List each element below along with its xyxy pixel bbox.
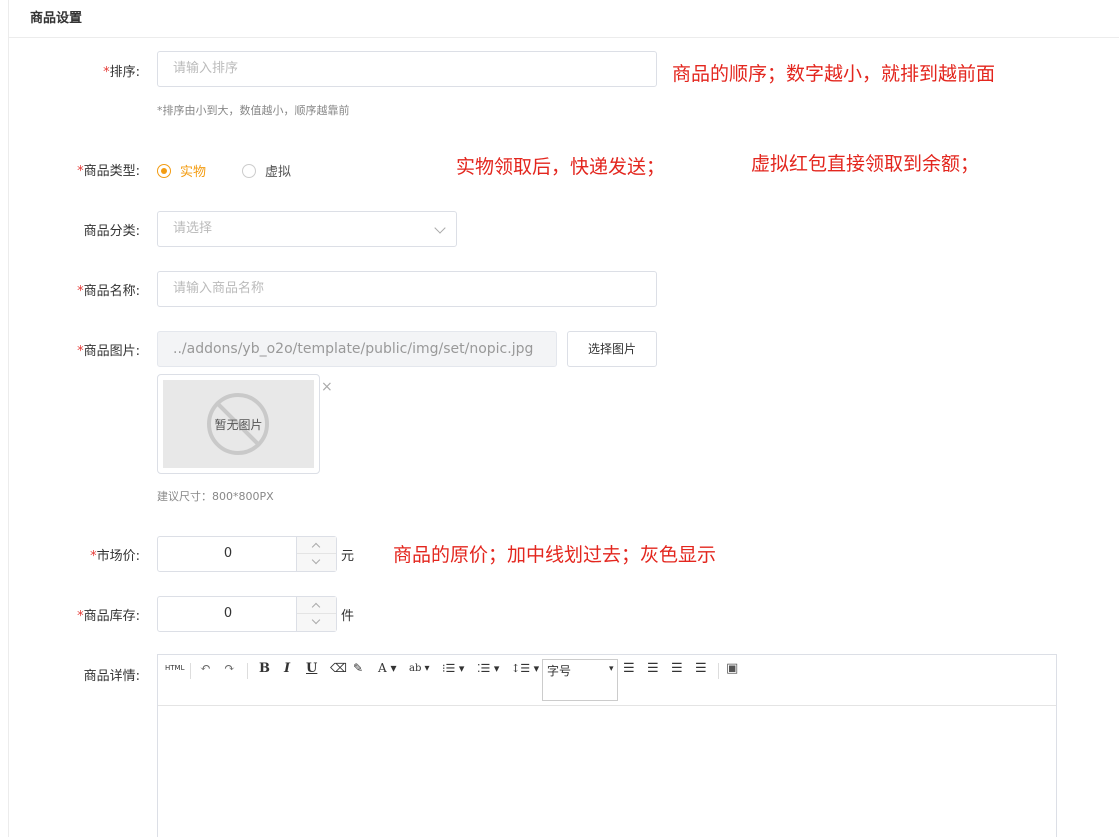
image-help: 建议尺寸：800*800PX: [157, 490, 274, 503]
name-label: *商品名称:: [77, 284, 140, 299]
increment-button[interactable]: [297, 537, 336, 554]
no-image-text: 暂无图片: [214, 418, 263, 432]
decrement-button[interactable]: [297, 614, 336, 631]
choose-image-button[interactable]: 选择图片: [567, 331, 657, 367]
chevron-up-icon: [311, 542, 321, 552]
insert-image-icon[interactable]: ▣: [726, 661, 738, 676]
sort-help: *排序由小到大，数值越小，顺序越靠前: [157, 104, 350, 117]
type-radio-physical[interactable]: 实物: [157, 161, 206, 180]
stepper-controls: [296, 537, 336, 571]
eraser-icon[interactable]: ⌫: [330, 661, 347, 675]
increment-button[interactable]: [297, 597, 336, 614]
stepper-controls: [296, 597, 336, 631]
highlight-button[interactable]: ab ▾: [409, 663, 430, 674]
type-label: *商品类型:: [77, 164, 140, 179]
redo-icon[interactable]: ↷: [224, 661, 235, 676]
type-annotation-physical: 实物领取后，快递发送；: [456, 156, 666, 178]
html-source-button[interactable]: HTML: [165, 664, 184, 672]
image-preview: 暂无图片: [157, 374, 320, 474]
type-radio-virtual[interactable]: 虚拟: [242, 161, 291, 180]
stock-value[interactable]: 0: [158, 597, 298, 631]
image-label: *商品图片:: [77, 344, 140, 359]
chevron-down-icon: [311, 615, 321, 625]
chevron-down-icon: [311, 555, 321, 565]
panel-title: 商品设置: [30, 11, 83, 26]
ordered-list-button[interactable]: ⁝☰ ▾: [442, 662, 464, 675]
align-justify-icon[interactable]: ☰: [695, 661, 707, 676]
editor-toolbar: HTML ↶ ↷ B I U ⌫ ✎ A ▾ ab ▾ ⁝☰ ▾ ⁚☰ ▾ ↕☰…: [158, 655, 1056, 706]
close-icon[interactable]: ×: [321, 379, 333, 395]
name-input[interactable]: 请输入商品名称: [157, 271, 657, 307]
font-size-dropdown-icon[interactable]: ▾: [609, 664, 614, 674]
undo-icon[interactable]: ↶: [200, 661, 211, 676]
stock-unit: 件: [341, 609, 355, 624]
market-price-annotation: 商品的原价；加中线划过去；灰色显示: [393, 544, 717, 566]
detail-label: 商品详情:: [83, 669, 140, 684]
underline-button[interactable]: U: [306, 661, 317, 676]
radio-checked-icon: [157, 163, 171, 178]
format-brush-icon[interactable]: ✎: [353, 661, 363, 675]
stock-stepper[interactable]: 0: [157, 596, 337, 632]
sort-label: *排序:: [103, 65, 140, 80]
category-label: 商品分类:: [83, 224, 140, 239]
stock-label: *商品库存:: [77, 609, 140, 624]
unordered-list-button[interactable]: ⁚☰ ▾: [477, 662, 499, 675]
font-size-select[interactable]: 字号: [542, 659, 618, 701]
align-center-icon[interactable]: ☰: [671, 661, 683, 676]
radio-unchecked-icon: [242, 163, 256, 178]
align-left-icon[interactable]: ☰: [623, 661, 635, 676]
bold-button[interactable]: B: [259, 661, 270, 676]
market-price-label: *市场价:: [90, 549, 140, 564]
panel-header: 商品设置: [9, 0, 1119, 38]
no-image-placeholder: 暂无图片: [163, 380, 314, 468]
type-annotation-virtual: 虚拟红包直接领取到余额；: [751, 153, 980, 175]
sort-input[interactable]: 请输入排序: [157, 51, 657, 87]
decrement-button[interactable]: [297, 554, 336, 571]
market-price-unit: 元: [341, 549, 355, 564]
rich-text-editor[interactable]: HTML ↶ ↷ B I U ⌫ ✎ A ▾ ab ▾ ⁝☰ ▾ ⁚☰ ▾ ↕☰…: [157, 654, 1057, 837]
chevron-down-icon: [434, 222, 446, 234]
image-path-input: ../addons/yb_o2o/template/public/img/set…: [157, 331, 557, 367]
chevron-up-icon: [311, 602, 321, 612]
market-price-stepper[interactable]: 0: [157, 536, 337, 572]
line-height-button[interactable]: ↕☰ ▾: [511, 662, 539, 675]
sort-annotation: 商品的顺序；数字越小，就排到越前面: [672, 63, 996, 85]
align-right-icon[interactable]: ☰: [647, 661, 659, 676]
italic-button[interactable]: I: [284, 661, 290, 676]
category-select[interactable]: 请选择: [157, 211, 457, 247]
market-price-value[interactable]: 0: [158, 537, 298, 571]
font-color-button[interactable]: A ▾: [378, 661, 397, 675]
